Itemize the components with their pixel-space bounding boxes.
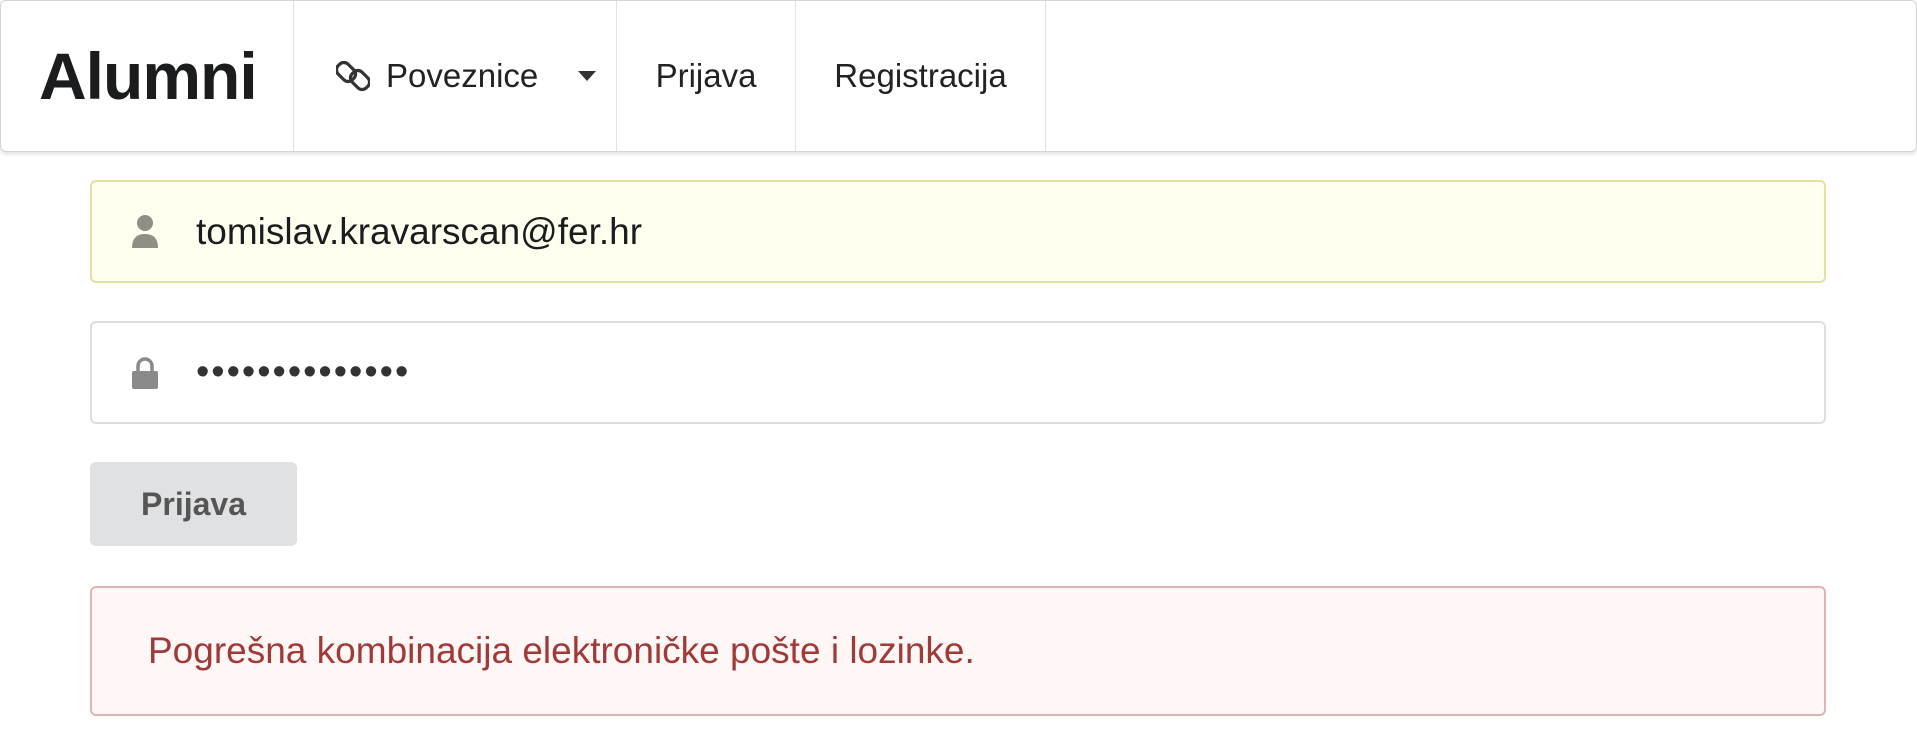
- password-field-wrapper: [90, 321, 1826, 424]
- login-submit-button[interactable]: Prijava: [90, 462, 297, 546]
- nav-register[interactable]: Registracija: [796, 1, 1046, 151]
- email-input[interactable]: [196, 182, 1804, 281]
- nav-login[interactable]: Prijava: [617, 1, 796, 151]
- chain-link-icon: [336, 59, 370, 93]
- top-menu: Alumni Poveznice Prijava Registracija: [0, 0, 1917, 152]
- caret-down-icon: [578, 71, 597, 81]
- login-form: Prijava Pogrešna kombinacija elektroničk…: [90, 180, 1826, 716]
- brand-logo[interactable]: Alumni: [1, 1, 294, 151]
- error-message: Pogrešna kombinacija elektroničke pošte …: [90, 586, 1826, 716]
- error-message-text: Pogrešna kombinacija elektroničke pošte …: [148, 630, 975, 671]
- password-input[interactable]: [196, 323, 1804, 422]
- links-dropdown-label: Poveznice: [386, 57, 539, 94]
- email-field-wrapper: [90, 180, 1826, 283]
- user-icon: [130, 214, 160, 250]
- links-dropdown[interactable]: Poveznice: [294, 1, 617, 151]
- lock-icon: [130, 355, 160, 391]
